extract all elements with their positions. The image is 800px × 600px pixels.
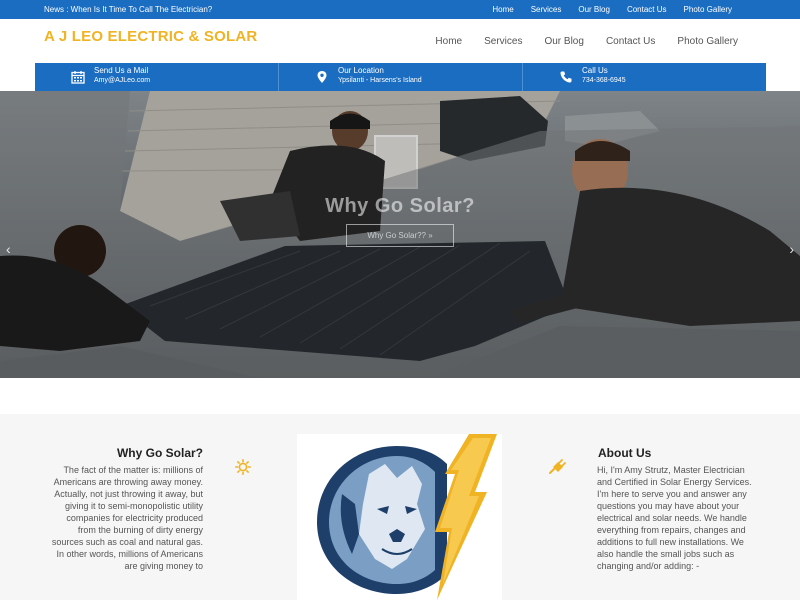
sun-icon: [235, 459, 251, 475]
nav-contact[interactable]: Contact Us: [606, 36, 655, 47]
hero-title: Why Go Solar?: [325, 195, 475, 217]
hero-cta-button[interactable]: Why Go Solar?? »: [346, 224, 454, 247]
top-nav-blog[interactable]: Our Blog: [578, 5, 610, 14]
why-solar-heading: Why Go Solar?: [116, 446, 203, 460]
top-nav-contact[interactable]: Contact Us: [627, 5, 667, 14]
lion-lightning-logo: [317, 434, 497, 600]
top-nav-services[interactable]: Services: [531, 5, 562, 14]
hero-slider[interactable]: Why Go Solar? Why Go Solar?? » ‹ ›: [0, 91, 800, 378]
contact-mail-label: Send Us a Mail: [94, 66, 149, 75]
contact-phone-value[interactable]: 734-368-6945: [582, 77, 626, 84]
news-ticker[interactable]: News : When Is It Time To Call The Elect…: [44, 5, 212, 14]
contact-location-value: Ypsilanti - Harsens's Island: [338, 77, 422, 84]
about-us-heading: About Us: [598, 446, 652, 460]
nav-blog[interactable]: Our Blog: [544, 36, 583, 47]
top-bar: News : When Is It Time To Call The Elect…: [0, 0, 800, 19]
contact-phone-label: Call Us: [582, 66, 608, 75]
phone-icon: [560, 71, 572, 83]
intro-section: Why Go Solar? The fact of the matter is:…: [0, 414, 800, 600]
contact-strip: Send Us a Mail Amy@AJLeo.com Our Locatio…: [35, 63, 766, 91]
company-logo-image: [297, 434, 502, 600]
top-nav-home[interactable]: Home: [492, 5, 513, 14]
slider-next-arrow-icon[interactable]: ›: [789, 241, 794, 257]
slider-prev-arrow-icon[interactable]: ‹: [6, 241, 11, 257]
about-us-text: Hi, I'm Amy Strutz, Master Electrician a…: [597, 465, 752, 571]
why-solar-text: The fact of the matter is: millions of A…: [51, 465, 203, 571]
plug-icon: [549, 459, 566, 474]
main-nav: Home Services Our Blog Contact Us Photo …: [413, 36, 738, 47]
contact-location-label: Our Location: [338, 66, 384, 75]
top-nav: Home Services Our Blog Contact Us Photo …: [475, 5, 732, 14]
nav-gallery[interactable]: Photo Gallery: [677, 36, 738, 47]
contact-phone[interactable]: Call Us 734-368-6945: [523, 63, 766, 91]
calendar-icon: [71, 71, 85, 84]
nav-services[interactable]: Services: [484, 36, 522, 47]
contact-location[interactable]: Our Location Ypsilanti - Harsens's Islan…: [279, 63, 523, 91]
contact-mail-value[interactable]: Amy@AJLeo.com: [94, 77, 150, 84]
top-nav-gallery[interactable]: Photo Gallery: [684, 5, 732, 14]
nav-home[interactable]: Home: [435, 36, 462, 47]
contact-mail[interactable]: Send Us a Mail Amy@AJLeo.com: [35, 63, 279, 91]
map-pin-icon: [317, 71, 327, 83]
site-header: A J LEO ELECTRIC & SOLAR Home Services O…: [0, 19, 800, 63]
site-logo[interactable]: A J LEO ELECTRIC & SOLAR: [44, 28, 257, 45]
